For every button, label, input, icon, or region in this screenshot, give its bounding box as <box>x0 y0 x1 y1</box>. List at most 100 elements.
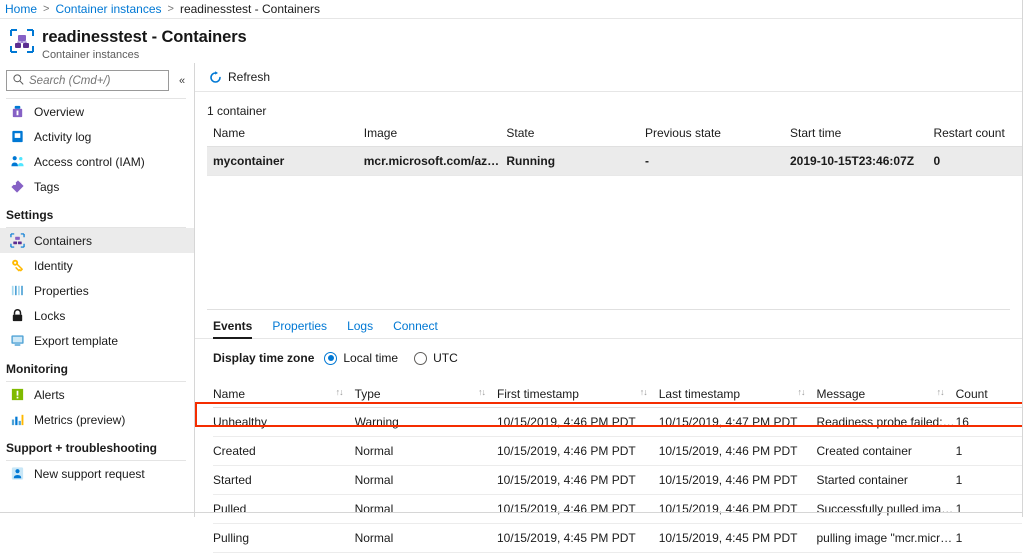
sidebar-item-label: Overview <box>34 105 84 119</box>
breadcrumb-separator: > <box>43 3 49 15</box>
events-col-header[interactable]: Name ↑↓ <box>213 379 355 408</box>
containers-col-header[interactable]: Image <box>358 118 501 147</box>
timezone-label: Display time zone <box>213 351 314 365</box>
sidebar-item-label: Containers <box>34 234 92 248</box>
events-table: Name↑↓Type↑↓First timestamp↑↓Last timest… <box>213 379 1022 553</box>
sidebar-item-label: Identity <box>34 259 73 273</box>
containers-col-header[interactable]: Restart count <box>927 118 1022 147</box>
events-col-header[interactable]: Last timestamp ↑↓ <box>659 379 817 408</box>
events-cell-name: Pulling <box>213 524 355 553</box>
sort-icon[interactable]: ↑↓ <box>478 387 485 397</box>
refresh-button[interactable]: Refresh <box>207 68 276 86</box>
events-cell-first-timestamp: 10/15/2019, 4:46 PM PDT <box>497 466 659 495</box>
sidebar-group-header: Settings <box>0 199 194 227</box>
containers-col-header[interactable]: State <box>500 118 639 147</box>
sidebar-item-new-support-request[interactable]: New support request <box>0 461 194 486</box>
tags-icon <box>9 179 25 195</box>
tab-events[interactable]: Events <box>213 319 252 338</box>
events-col-label: First timestamp <box>497 387 579 401</box>
sidebar-item-identity[interactable]: Identity <box>0 253 194 278</box>
sidebar-item-containers[interactable]: Containers <box>0 228 194 253</box>
events-cell-name: Created <box>213 437 355 466</box>
events-cell-last-timestamp: 10/15/2019, 4:46 PM PDT <box>659 437 817 466</box>
containers-col-header[interactable]: Previous state <box>639 118 784 147</box>
radio-button[interactable] <box>414 352 427 365</box>
events-col-label: Last timestamp <box>659 387 740 401</box>
events-cell-count: 1 <box>956 495 1022 524</box>
tab-properties[interactable]: Properties <box>272 319 327 338</box>
events-cell-message: Started container <box>816 466 955 495</box>
search-input[interactable] <box>29 75 159 87</box>
sort-icon[interactable]: ↑↓ <box>797 387 804 397</box>
sort-icon[interactable]: ↑↓ <box>640 387 647 397</box>
sort-icon[interactable]: ↑↓ <box>336 387 343 397</box>
container-count: 1 container <box>195 92 1022 118</box>
sidebar-item-properties[interactable]: Properties <box>0 278 194 303</box>
sidebar-item-activity-log[interactable]: Activity log <box>0 124 194 149</box>
table-row[interactable]: StartedNormal10/15/2019, 4:46 PM PDT10/1… <box>213 466 1022 495</box>
containers-cell-image: mcr.microsoft.com/azure... <box>358 147 501 176</box>
radio-label: UTC <box>433 351 458 365</box>
search-box[interactable] <box>6 70 169 91</box>
table-row[interactable]: mycontainermcr.microsoft.com/azure...Run… <box>207 147 1022 176</box>
tab-connect[interactable]: Connect <box>393 319 438 338</box>
events-col-header[interactable]: Message↑↓ <box>816 379 955 408</box>
timezone-option-utc[interactable]: UTC <box>414 351 458 365</box>
sidebar: « Overview Activity logAccess control (IA… <box>0 63 195 517</box>
events-col-header[interactable]: First timestamp ↑↓ <box>497 379 659 408</box>
breadcrumb-home[interactable]: Home <box>5 2 37 16</box>
sidebar-item-metrics-preview[interactable]: Metrics (preview) <box>0 407 194 432</box>
table-row[interactable]: CreatedNormal10/15/2019, 4:46 PM PDT10/1… <box>213 437 1022 466</box>
table-row[interactable]: PulledNormal10/15/2019, 4:46 PM PDT10/15… <box>213 495 1022 524</box>
page-title: readinesstest - Containers <box>42 28 247 47</box>
breadcrumb-current: readinesstest - Containers <box>180 2 320 16</box>
sidebar-item-overview[interactable]: Overview <box>0 99 194 124</box>
timezone-option-local-time[interactable]: Local time <box>324 351 398 365</box>
containers-table-body: mycontainermcr.microsoft.com/azure...Run… <box>207 147 1022 176</box>
containers-col-header[interactable]: Start time <box>784 118 927 147</box>
containers-icon <box>9 233 25 249</box>
bottom-divider <box>0 512 1023 513</box>
events-col-label: Count <box>956 387 988 401</box>
sidebar-item-export-template[interactable]: Export template <box>0 328 194 353</box>
content-pane: Refresh 1 container NameImageStatePrevio… <box>195 63 1023 517</box>
table-row[interactable]: PullingNormal10/15/2019, 4:45 PM PDT10/1… <box>213 524 1022 553</box>
sidebar-item-label: Locks <box>34 309 65 323</box>
events-col-label: Type <box>355 387 381 401</box>
events-cell-last-timestamp: 10/15/2019, 4:45 PM PDT <box>659 524 817 553</box>
sort-icon[interactable]: ↑↓ <box>937 387 944 397</box>
radio-label: Local time <box>343 351 398 365</box>
events-cell-type: Normal <box>355 524 497 553</box>
tab-logs[interactable]: Logs <box>347 319 373 338</box>
alerts-icon <box>9 387 25 403</box>
containers-cell-name: mycontainer <box>207 147 358 176</box>
radio-button[interactable] <box>324 352 337 365</box>
sidebar-item-alerts[interactable]: Alerts <box>0 382 194 407</box>
containers-table: NameImageStatePrevious stateStart timeRe… <box>207 118 1022 176</box>
sidebar-item-tags[interactable]: Tags <box>0 174 194 199</box>
events-col-header[interactable]: Count <box>956 379 1022 408</box>
events-cell-last-timestamp: 10/15/2019, 4:46 PM PDT <box>659 466 817 495</box>
detail-pane: Events Properties Logs Connect Display time… <box>195 309 1022 517</box>
events-cell-message: Readiness probe failed: cat... <box>816 408 955 437</box>
events-table-wrap: Name↑↓Type↑↓First timestamp↑↓Last timest… <box>195 379 1022 553</box>
events-cell-type: Normal <box>355 466 497 495</box>
sidebar-item-access-control-iam[interactable]: Access control (IAM) <box>0 149 194 174</box>
export-template-icon <box>9 333 25 349</box>
identity-key-icon <box>9 258 25 274</box>
events-cell-name: Started <box>213 466 355 495</box>
collapse-sidebar-icon[interactable]: « <box>171 70 193 91</box>
sidebar-item-label: Properties <box>34 284 89 298</box>
sidebar-item-locks[interactable]: Locks <box>0 303 194 328</box>
containers-col-header[interactable]: Name <box>207 118 358 147</box>
breadcrumb-container-instances[interactable]: Container instances <box>55 2 161 16</box>
table-row[interactable]: UnhealthyWarning10/15/2019, 4:46 PM PDT1… <box>213 408 1022 437</box>
page-subtitle: Container instances <box>42 48 247 62</box>
page-header: readinesstest - Containers Container ins… <box>0 19 1023 63</box>
container-instances-icon <box>9 28 35 54</box>
sidebar-item-label: New support request <box>34 467 145 481</box>
sidebar-group-header: Monitoring <box>0 353 194 381</box>
events-col-label: Name <box>213 387 245 401</box>
events-col-header[interactable]: Type ↑↓ <box>355 379 497 408</box>
containers-cell-previous-state: - <box>639 147 784 176</box>
